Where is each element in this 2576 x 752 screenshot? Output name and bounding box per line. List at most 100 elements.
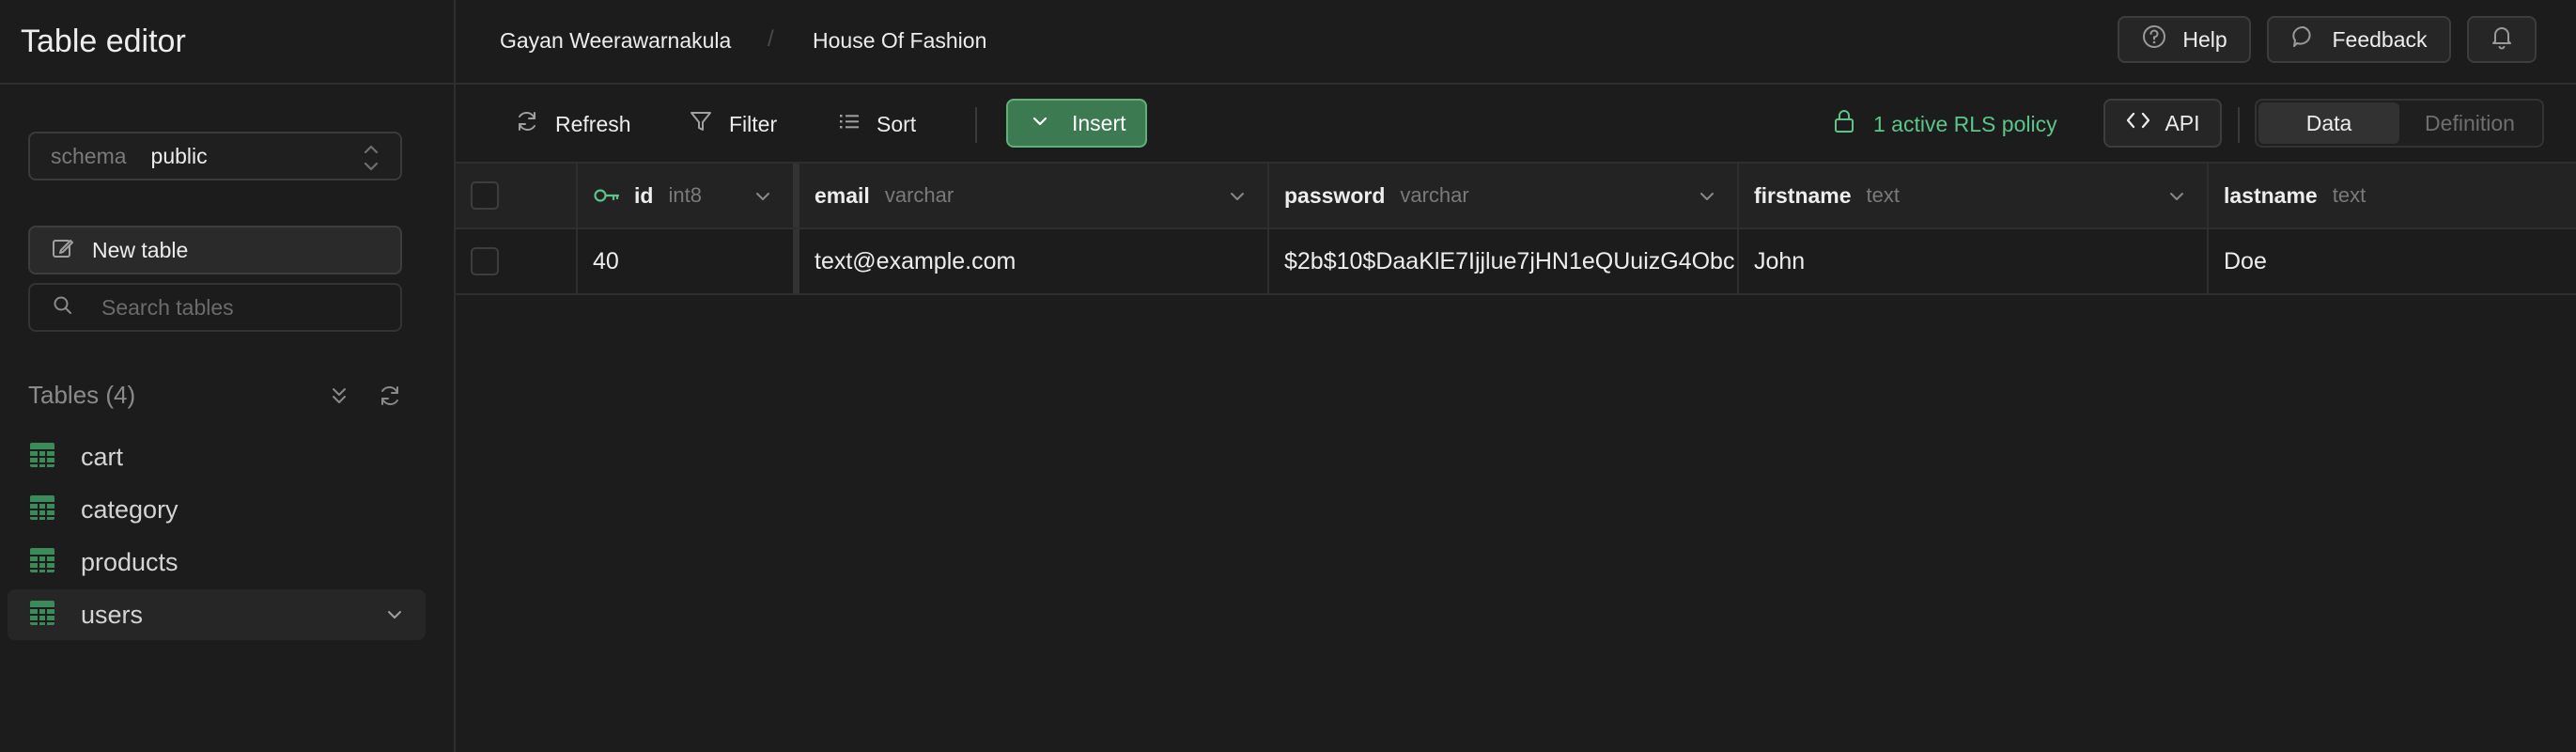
api-label: API [2165, 110, 2200, 135]
table-item-products[interactable]: products [8, 537, 426, 588]
help-label: Help [2182, 26, 2227, 52]
edit-icon [51, 236, 75, 265]
search-tables [28, 283, 402, 332]
top-bar: Gayan Weerawarnakula / House Of Fashion … [456, 0, 2576, 85]
refresh-button[interactable]: Refresh [514, 105, 631, 143]
cell-value: $2b$10$DaaKlE7Ijjlue7jHN1eQUuizG4Obc [1284, 247, 1735, 274]
cell-value: 40 [593, 247, 619, 274]
table-editor-app: Table editor schema public New table Tab… [0, 0, 2576, 752]
table-item-category[interactable]: category [8, 484, 426, 535]
sidebar-header: Table editor [0, 0, 454, 85]
table-item-cart[interactable]: cart [8, 431, 426, 482]
rls-policy-label: 1 active RLS policy [1873, 111, 2057, 136]
new-table-label: New table [92, 237, 189, 262]
table-item-label: products [81, 547, 178, 576]
table-item-label: users [81, 600, 144, 629]
new-table-button[interactable]: New table [28, 226, 402, 274]
column-type: int8 [668, 183, 702, 207]
cell-firstname[interactable]: John [1739, 229, 2209, 293]
column-type: text [1866, 183, 1901, 207]
column-header-email[interactable]: email varchar [799, 164, 1269, 227]
tables-count-title: Tables (4) [28, 380, 136, 409]
row-select-cell [456, 229, 578, 293]
chevron-up-down-icon [363, 141, 380, 175]
cell-password[interactable]: $2b$10$DaaKlE7Ijjlue7jHN1eQUuizG4Obc [1269, 229, 1739, 293]
cell-value: text@example.com [815, 247, 1016, 274]
tables-header: Tables (4) [28, 376, 404, 414]
notifications-button[interactable] [2467, 16, 2537, 63]
chevron-down-icon[interactable] [1698, 188, 1716, 210]
toolbar-divider [2238, 107, 2240, 143]
chevron-down-icon[interactable] [753, 188, 772, 210]
column-type: text [2332, 183, 2367, 207]
table-icon [28, 599, 56, 632]
sort-label: Sort [877, 111, 917, 136]
column-header-password[interactable]: password varchar [1269, 164, 1739, 227]
insert-label: Insert [1072, 110, 1126, 135]
schema-select[interactable]: schema public [28, 132, 402, 180]
tab-data[interactable]: Data [2258, 102, 2399, 144]
column-type: varchar [884, 183, 954, 207]
sort-button[interactable]: Sort [837, 105, 916, 143]
help-icon [2141, 24, 2167, 55]
refresh-label: Refresh [555, 111, 631, 136]
column-name: email [815, 182, 870, 208]
code-icon [2125, 109, 2151, 137]
column-header-id[interactable]: id int8 [578, 164, 799, 227]
cell-value: Doe [2224, 247, 2267, 274]
chevron-down-icon [1031, 111, 1049, 136]
data-grid: id int8 email varchar password varchar f… [456, 164, 2576, 295]
filter-label: Filter [729, 111, 778, 136]
refresh-icon [514, 108, 540, 140]
message-icon [2290, 24, 2317, 55]
breadcrumb-project[interactable]: House Of Fashion [813, 28, 986, 54]
column-name: firstname [1754, 182, 1852, 208]
table-item-label: cart [81, 442, 124, 471]
schema-label: schema [51, 143, 127, 168]
search-tables-input[interactable] [101, 294, 400, 321]
tab-definition[interactable]: Definition [2399, 102, 2540, 144]
table-item-users[interactable]: users [8, 589, 426, 640]
key-icon [593, 185, 621, 206]
cell-email[interactable]: text@example.com [799, 229, 1269, 293]
column-type: varchar [1400, 183, 1469, 207]
rls-policy-link[interactable]: 1 active RLS policy [1832, 105, 2057, 143]
table-row: 40 text@example.com $2b$10$DaaKlE7Ijjlue… [456, 229, 2576, 295]
breadcrumb-org[interactable]: Gayan Weerawarnakula [500, 28, 731, 54]
table-icon [28, 546, 56, 579]
bell-icon [2489, 24, 2515, 55]
column-header-firstname[interactable]: firstname text [1739, 164, 2209, 227]
table-list: cart category products users [8, 431, 426, 642]
table-item-label: category [81, 494, 178, 524]
search-icon [53, 295, 73, 321]
chevron-down-icon[interactable] [384, 605, 405, 629]
table-icon [28, 441, 56, 474]
lock-icon [1832, 108, 1856, 140]
row-checkbox[interactable] [471, 247, 499, 275]
cell-value: John [1754, 247, 1806, 274]
chevron-down-icon[interactable] [2167, 188, 2186, 210]
sidebar-title: Table editor [21, 23, 186, 59]
filter-button[interactable]: Filter [688, 105, 777, 143]
cell-id[interactable]: 40 [578, 229, 799, 293]
collapse-all-icon[interactable] [325, 382, 353, 415]
view-toggle: Data Definition [2255, 99, 2544, 148]
tables-actions [325, 382, 404, 415]
insert-button[interactable]: Insert [1006, 99, 1147, 148]
grid-toolbar: Refresh Filter Sort Insert 1 active RLS … [456, 85, 2576, 164]
column-name: id [634, 182, 654, 208]
feedback-button[interactable]: Feedback [2267, 16, 2451, 63]
filter-icon [688, 108, 714, 140]
column-header-lastname[interactable]: lastname text [2209, 164, 2576, 227]
cell-lastname[interactable]: Doe [2209, 229, 2576, 293]
sort-icon [837, 109, 861, 139]
help-button[interactable]: Help [2118, 16, 2251, 63]
main-panel: Gayan Weerawarnakula / House Of Fashion … [456, 0, 2576, 752]
feedback-label: Feedback [2332, 26, 2428, 52]
api-button[interactable]: API [2103, 99, 2222, 148]
select-all-checkbox[interactable] [471, 181, 499, 210]
chevron-down-icon[interactable] [1228, 188, 1247, 210]
toolbar-divider [975, 107, 977, 143]
refresh-tables-icon[interactable] [376, 382, 404, 415]
sidebar: Table editor schema public New table Tab… [0, 0, 456, 752]
